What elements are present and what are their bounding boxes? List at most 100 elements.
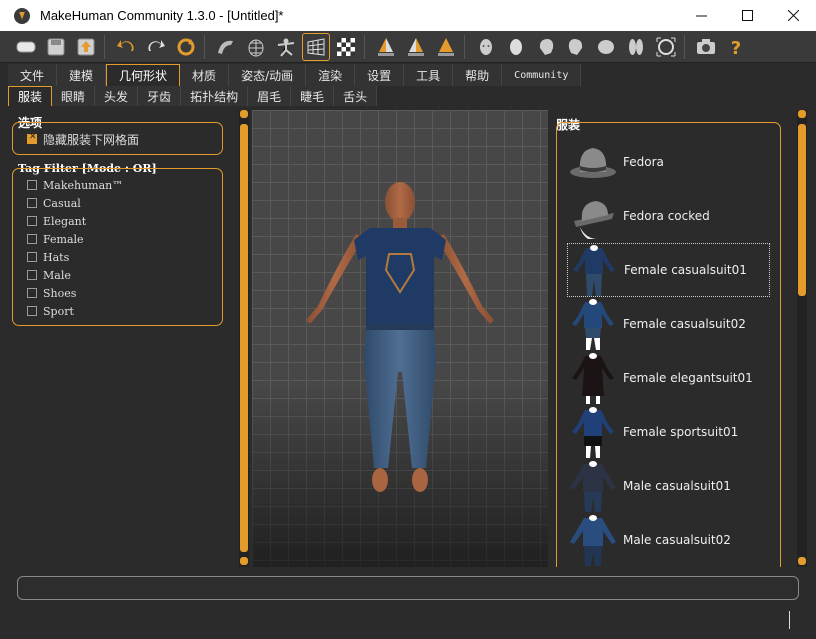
checker-button[interactable] <box>332 33 360 61</box>
scroll-down-arrow[interactable] <box>240 557 248 565</box>
tag-filter-box: Makehuman™ Casual Elegant Female Hats Ma… <box>12 168 223 326</box>
left-scrollbar[interactable] <box>239 110 249 567</box>
hide-mesh-checkbox[interactable] <box>27 132 37 144</box>
clothes-item-label: Fedora cocked <box>623 209 710 223</box>
wireframe-button[interactable] <box>242 33 270 61</box>
top-view-button[interactable] <box>592 33 620 61</box>
tag-hats[interactable]: Hats <box>27 248 123 266</box>
tag-label: Makehuman™ <box>43 178 124 192</box>
tab-utilities[interactable]: 工具 <box>404 64 454 86</box>
legs-icon <box>629 38 643 55</box>
tag-checkbox[interactable] <box>27 288 37 298</box>
tab-pose-animate[interactable]: 姿态/动画 <box>229 64 307 86</box>
scroll-up-arrow[interactable] <box>798 110 806 118</box>
hide-mesh-label: 隐藏服装下网格面 <box>43 132 140 147</box>
tag-elegant[interactable]: Elegant <box>27 212 123 230</box>
pose-button[interactable] <box>272 33 300 61</box>
tag-checkbox[interactable] <box>27 180 37 190</box>
maximize-button[interactable] <box>724 0 770 31</box>
female-casualsuit02-icon <box>567 298 619 350</box>
title-bar: MakeHuman Community 1.3.0 - [Untitled]* <box>0 0 816 31</box>
tag-checkbox[interactable] <box>27 252 37 262</box>
tab-file[interactable]: 文件 <box>8 64 58 86</box>
tab-geometries[interactable]: 几何形状 <box>106 64 181 86</box>
tab-hair[interactable]: 头发 <box>95 86 139 106</box>
tab-topologies[interactable]: 拓扑结构 <box>181 86 249 106</box>
front-view-button[interactable] <box>372 33 400 61</box>
right-scroll-thumb[interactable] <box>798 124 806 296</box>
scroll-up-arrow[interactable] <box>240 110 248 118</box>
profile-left-icon <box>539 38 554 55</box>
clothes-item-female-sportsuit01[interactable]: Female sportsuit01 <box>567 405 770 459</box>
clothes-item-female-casualsuit01[interactable]: Female casualsuit01 <box>567 243 770 297</box>
profile-left-button[interactable] <box>532 33 560 61</box>
tab-settings[interactable]: 设置 <box>355 64 405 86</box>
right-scrollbar[interactable] <box>797 110 807 567</box>
tab-eyes[interactable]: 眼睛 <box>52 86 96 106</box>
female-sportsuit01-icon <box>567 406 619 458</box>
close-icon <box>787 10 799 21</box>
tag-female[interactable]: Female <box>27 230 123 248</box>
tab-teeth[interactable]: 牙齿 <box>138 86 182 106</box>
head-view-button[interactable] <box>502 33 530 61</box>
back-view-button[interactable] <box>432 33 460 61</box>
tab-tongue[interactable]: 舌头 <box>334 86 378 106</box>
screenshot-button[interactable] <box>692 33 720 61</box>
close-button[interactable] <box>770 0 816 31</box>
tag-casual[interactable]: Casual <box>27 194 123 212</box>
left-scroll-thumb[interactable] <box>240 124 248 552</box>
tag-checkbox[interactable] <box>27 270 37 280</box>
tag-makehuman[interactable]: Makehuman™ <box>27 176 123 194</box>
minimize-button[interactable] <box>678 0 724 31</box>
export-button[interactable] <box>72 33 100 61</box>
tag-checkbox[interactable] <box>27 234 37 244</box>
redo-button[interactable] <box>142 33 170 61</box>
tab-eyelashes[interactable]: 睫毛 <box>291 86 335 106</box>
tab-materials[interactable]: 材质 <box>180 64 230 86</box>
side-view-button[interactable] <box>402 33 430 61</box>
clothes-item-female-casualsuit02[interactable]: Female casualsuit02 <box>567 297 770 351</box>
save-button[interactable] <box>42 33 70 61</box>
help-button[interactable]: ? <box>722 33 750 61</box>
3d-viewport[interactable] <box>252 110 548 567</box>
clothes-item-female-elegantsuit01[interactable]: Female elegantsuit01 <box>567 351 770 405</box>
tab-help[interactable]: 帮助 <box>453 64 503 86</box>
tab-community[interactable]: Community <box>502 64 582 86</box>
grid-button[interactable] <box>302 32 330 61</box>
hide-mesh-checkbox-row[interactable]: 隐藏服装下网格面 <box>27 130 139 148</box>
face-view-button[interactable] <box>472 33 500 61</box>
tab-clothes[interactable]: 服装 <box>8 86 53 106</box>
save-icon <box>47 38 65 55</box>
help-icon: ? <box>731 38 741 58</box>
top-icon <box>598 39 614 54</box>
reset-button[interactable] <box>172 33 200 61</box>
reset-camera-icon <box>656 37 676 56</box>
undo-icon <box>117 39 134 51</box>
new-button[interactable] <box>12 33 40 61</box>
tag-shoes[interactable]: Shoes <box>27 284 123 302</box>
profile-right-button[interactable] <box>562 33 590 61</box>
tag-sport[interactable]: Sport <box>27 302 123 320</box>
tag-male[interactable]: Male <box>27 266 123 284</box>
tag-checkbox[interactable] <box>27 306 37 316</box>
tab-rendering[interactable]: 渲染 <box>306 64 356 86</box>
undo-button[interactable] <box>112 33 140 61</box>
clothes-item-male-casualsuit02[interactable]: Male casualsuit02 <box>567 513 770 567</box>
tag-checkbox[interactable] <box>27 216 37 226</box>
reset-camera-button[interactable] <box>652 33 680 61</box>
tag-checkbox[interactable] <box>27 198 37 208</box>
smooth-button[interactable] <box>212 33 240 61</box>
clothes-item-male-casualsuit01[interactable]: Male casualsuit01 <box>567 459 770 513</box>
window-title: MakeHuman Community 1.3.0 - [Untitled]* <box>40 8 284 23</box>
export-icon <box>77 38 95 55</box>
clothes-item-fedora[interactable]: Fedora <box>567 135 770 189</box>
tab-eyebrows[interactable]: 眉毛 <box>248 86 292 106</box>
tag-label: Female <box>43 232 84 246</box>
legs-view-button[interactable] <box>622 33 650 61</box>
scroll-down-arrow[interactable] <box>798 557 806 565</box>
human-model <box>306 182 494 492</box>
clothes-item-label: Female casualsuit01 <box>624 263 747 277</box>
front-view-icon <box>378 37 394 56</box>
clothes-item-fedora-cocked[interactable]: Fedora cocked <box>567 189 770 243</box>
tab-modelling[interactable]: 建模 <box>57 64 107 86</box>
